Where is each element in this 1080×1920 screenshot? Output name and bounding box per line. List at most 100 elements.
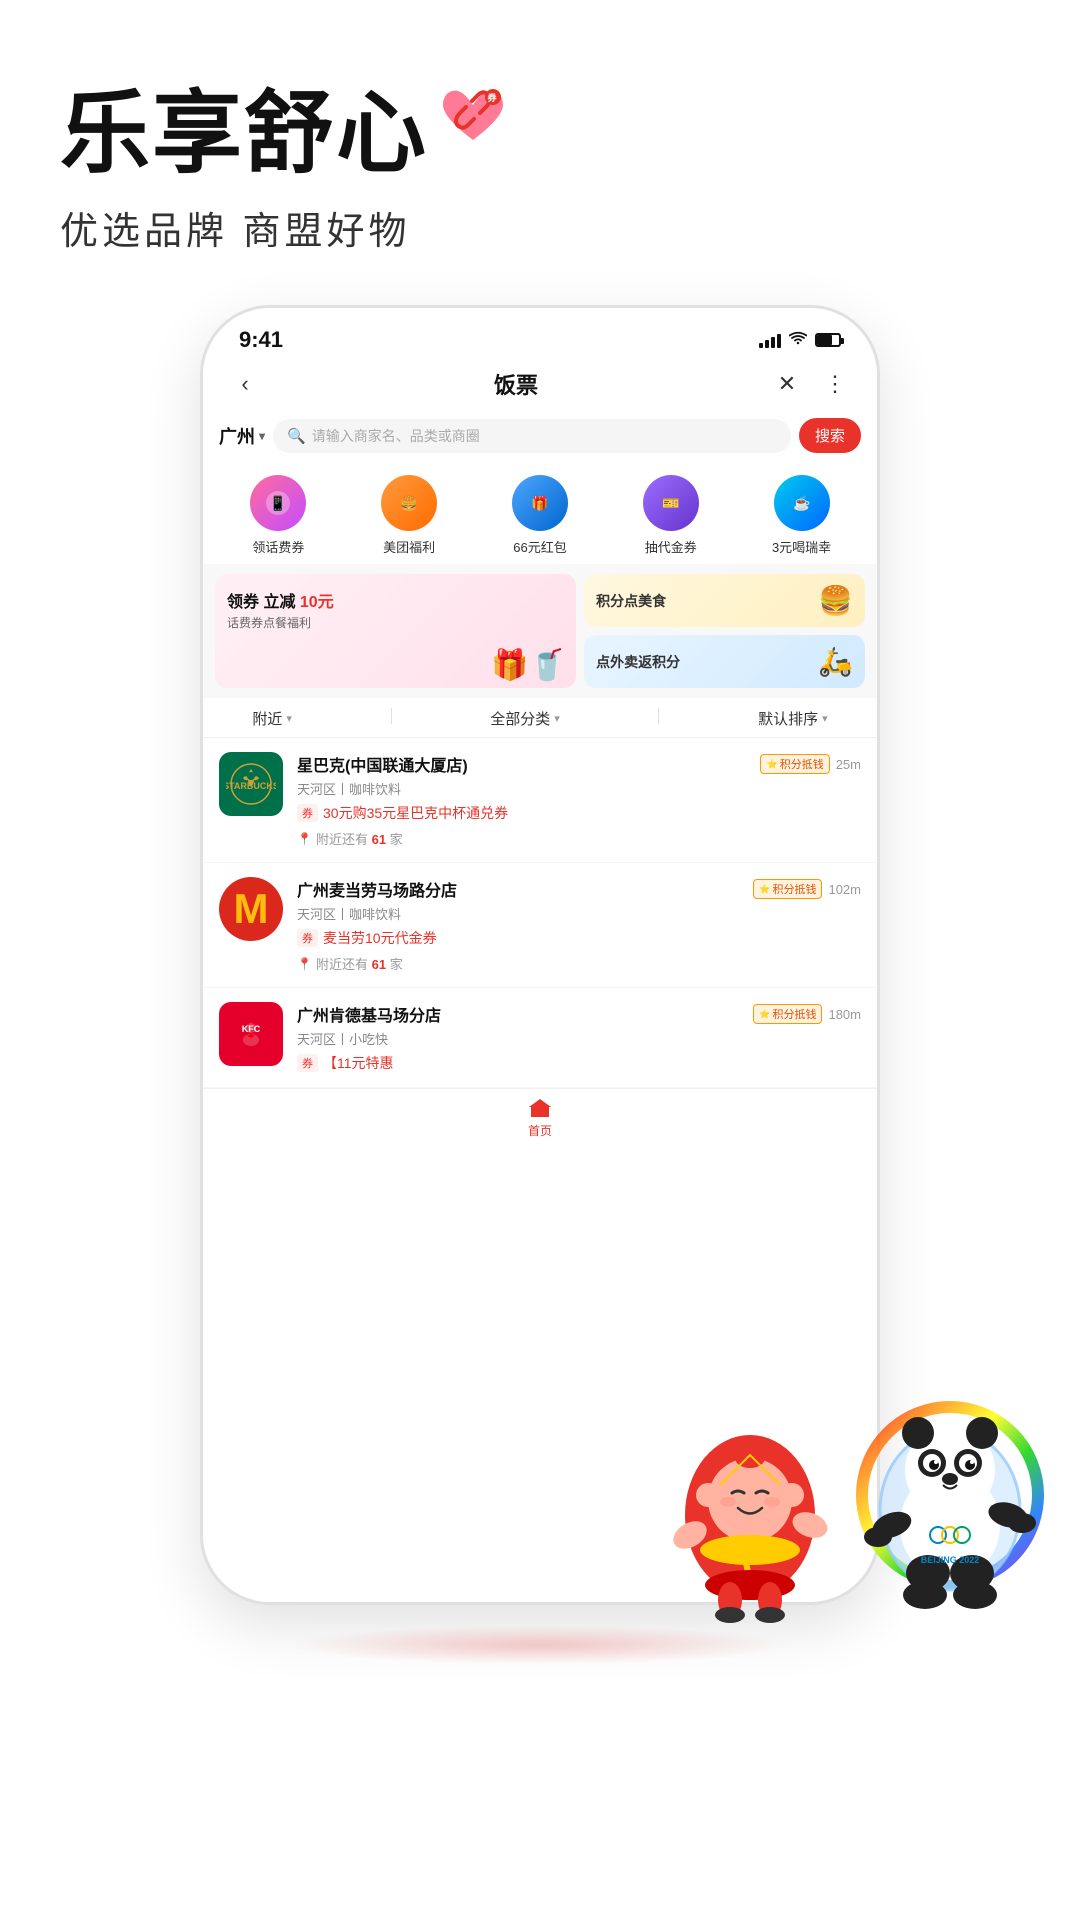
- filter-sort[interactable]: 默认排序 ▾: [758, 708, 828, 729]
- banner-food-icon: 🎁🥤: [491, 648, 566, 683]
- store-badge-kfc: ⭐ 积分抵钱: [753, 1004, 822, 1024]
- title-text: 乐享舒心: [60, 60, 428, 190]
- app-title: 乐享舒心 券: [60, 60, 1020, 190]
- signal-icon: [759, 332, 781, 348]
- quick-item-4[interactable]: ☕ 3元喝瑞幸: [743, 475, 861, 556]
- coupon-text-kfc: 【11元特惠: [323, 1053, 394, 1073]
- banner-right-top-title: 积分点美食: [596, 591, 666, 611]
- banner-right: 积分点美食 🍔 点外卖返积分 🛵: [584, 574, 865, 688]
- store-name-row-starbucks: 星巴克(中国联通大厦店) ⭐ 积分抵钱 25m: [297, 752, 861, 776]
- store-info-mcd: 广州麦当劳马场路分店 ⭐ 积分抵钱 102m 天河区丨咖啡饮料 券 麦当劳10元…: [297, 877, 861, 973]
- store-distance-kfc: 180m: [828, 1007, 861, 1022]
- banner-right-bottom[interactable]: 点外卖返积分 🛵: [584, 635, 865, 688]
- filter-divider-2: [658, 708, 659, 724]
- store-name-mcd: 广州麦当劳马场路分店: [297, 877, 747, 901]
- status-bar: 9:41: [203, 308, 877, 358]
- quick-icon-meituan: 🍔: [381, 475, 437, 531]
- banner-highlight: 10元: [300, 594, 334, 611]
- quick-item-3[interactable]: 🎫 抽代金券: [612, 475, 730, 556]
- city-arrow-icon: ▾: [259, 429, 265, 443]
- filter-nearby[interactable]: 附近 ▾: [252, 708, 292, 729]
- store-info-starbucks: 星巴克(中国联通大厦店) ⭐ 积分抵钱 25m 天河区丨咖啡饮料 券 30元购3…: [297, 752, 861, 848]
- store-coupon-starbucks: 券 30元购35元星巴克中杯通兑券: [297, 803, 861, 823]
- search-icon: 🔍: [287, 427, 306, 445]
- filter-divider-1: [391, 708, 392, 724]
- quick-label-0: 领话费券: [252, 537, 304, 556]
- quick-item-2[interactable]: 🎁 66元红包: [481, 475, 599, 556]
- banner-right-top[interactable]: 积分点美食 🍔: [584, 574, 865, 627]
- quick-icon-coupon: 🎫: [643, 475, 699, 531]
- store-name-starbucks: 星巴克(中国联通大厦店): [297, 752, 754, 776]
- coupon-tag-starbucks: 券: [297, 804, 318, 822]
- more-button[interactable]: ⋮: [817, 366, 853, 402]
- app-container: 乐享舒心 券 优选品牌 商盟好物 9:41: [0, 0, 1080, 1605]
- coupon-text-starbucks: 30元购35元星巴克中杯通兑券: [323, 803, 508, 823]
- app-nav: ‹ 饭票 ✕ ⋮: [203, 358, 877, 410]
- mascot-lantern: [660, 1405, 840, 1625]
- quick-label-2: 66元红包: [513, 537, 566, 556]
- store-nearby-mcd: 📍 附近还有 61 家: [297, 954, 861, 973]
- banner-left[interactable]: 领券 立减 10元 话费券点餐福利 🎁🥤: [215, 574, 576, 688]
- svg-text:🍔: 🍔: [400, 495, 417, 512]
- quick-icon-coffee: ☕: [774, 475, 830, 531]
- city-selector[interactable]: 广州 ▾: [219, 423, 265, 449]
- filter-category-arrow: ▾: [554, 712, 560, 725]
- battery-icon: [815, 333, 841, 347]
- nav-title: 饭票: [494, 368, 538, 400]
- app-header: 乐享舒心 券 优选品牌 商盟好物: [0, 0, 1080, 275]
- nearby-text-starbucks: 附近还有 61 家: [316, 829, 403, 848]
- filter-category[interactable]: 全部分类 ▾: [490, 708, 560, 729]
- store-category-mcd: 天河区丨咖啡饮料: [297, 904, 861, 923]
- banner-main-title: 领券 立减 10元: [227, 588, 564, 612]
- store-list: STARBUCKS 星巴克(中国联通大厦店) ⭐ 积分抵钱: [203, 738, 877, 1088]
- search-placeholder: 请输入商家名、品类或商圈: [312, 426, 480, 446]
- phone-wrapper: 9:41: [0, 305, 1080, 1605]
- store-coupon-kfc: 券 【11元特惠: [297, 1053, 861, 1073]
- quick-label-1: 美团福利: [383, 537, 435, 556]
- store-category-starbucks: 天河区丨咖啡饮料: [297, 779, 861, 798]
- banner-section: 领券 立减 10元 话费券点餐福利 🎁🥤 积分点美食 🍔 点外卖返积分: [203, 564, 877, 698]
- city-name: 广州: [219, 423, 255, 449]
- app-subtitle: 优选品牌 商盟好物: [60, 200, 1020, 255]
- svg-text:🎁: 🎁: [531, 495, 548, 512]
- svg-text:📱: 📱: [270, 495, 287, 512]
- close-button[interactable]: ✕: [769, 366, 805, 402]
- quick-label-3: 抽代金券: [645, 537, 697, 556]
- nearby-icon-mcd: 📍: [297, 957, 312, 971]
- search-bar: 广州 ▾ 🔍 请输入商家名、品类或商圈 搜索: [203, 410, 877, 461]
- banner-sub-title: 话费券点餐福利: [227, 614, 564, 631]
- nearby-icon-starbucks: 📍: [297, 832, 312, 846]
- search-button[interactable]: 搜索: [799, 418, 861, 453]
- store-item-starbucks[interactable]: STARBUCKS 星巴克(中国联通大厦店) ⭐ 积分抵钱: [203, 738, 877, 863]
- quick-item-0[interactable]: 📱 领话费券: [220, 475, 338, 556]
- store-badge-mcd: ⭐ 积分抵钱: [753, 879, 822, 899]
- store-logo-kfc: KFC: [219, 1002, 283, 1066]
- quick-item-1[interactable]: 🍔 美团福利: [350, 475, 468, 556]
- home-icon: [527, 1097, 553, 1119]
- store-category-kfc: 天河区丨小吃快: [297, 1029, 861, 1048]
- filter-sort-arrow: ▾: [822, 712, 828, 725]
- quick-icon-phone: 📱: [250, 475, 306, 531]
- back-button[interactable]: ‹: [227, 366, 263, 402]
- banner-left-content: 领券 立减 10元 话费券点餐福利: [227, 588, 564, 631]
- svg-text:🎫: 🎫: [662, 495, 679, 511]
- logo-icon: 券: [438, 74, 508, 177]
- store-name-row-kfc: 广州肯德基马场分店 ⭐ 积分抵钱 180m: [297, 1002, 861, 1026]
- nav-right: ✕ ⋮: [769, 366, 853, 402]
- store-name-kfc: 广州肯德基马场分店: [297, 1002, 747, 1026]
- store-badge-starbucks: ⭐ 积分抵钱: [760, 754, 829, 774]
- store-item-mcd[interactable]: M 广州麦当劳马场路分店 ⭐ 积分抵钱 102m 天河区丨咖啡饮料: [203, 863, 877, 988]
- store-coupon-mcd: 券 麦当劳10元代金券: [297, 928, 861, 948]
- store-item-kfc[interactable]: KFC 广州肯德基马场分店: [203, 988, 877, 1088]
- coupon-tag-kfc: 券: [297, 1054, 318, 1072]
- svg-text:券: 券: [486, 92, 498, 103]
- filter-row: 附近 ▾ 全部分类 ▾ 默认排序 ▾: [203, 698, 877, 738]
- coupon-text-mcd: 麦当劳10元代金券: [323, 928, 437, 948]
- quick-icons-row: 📱 领话费券 🍔 美团福利 🎁: [203, 461, 877, 564]
- nav-item-home[interactable]: 首页: [527, 1097, 553, 1139]
- banner-right-bottom-title: 点外卖返积分: [596, 652, 680, 672]
- status-icons: [759, 331, 841, 350]
- store-nearby-starbucks: 📍 附近还有 61 家: [297, 829, 861, 848]
- store-name-row-mcd: 广州麦当劳马场路分店 ⭐ 积分抵钱 102m: [297, 877, 861, 901]
- search-input-wrapper[interactable]: 🔍 请输入商家名、品类或商圈: [273, 419, 791, 453]
